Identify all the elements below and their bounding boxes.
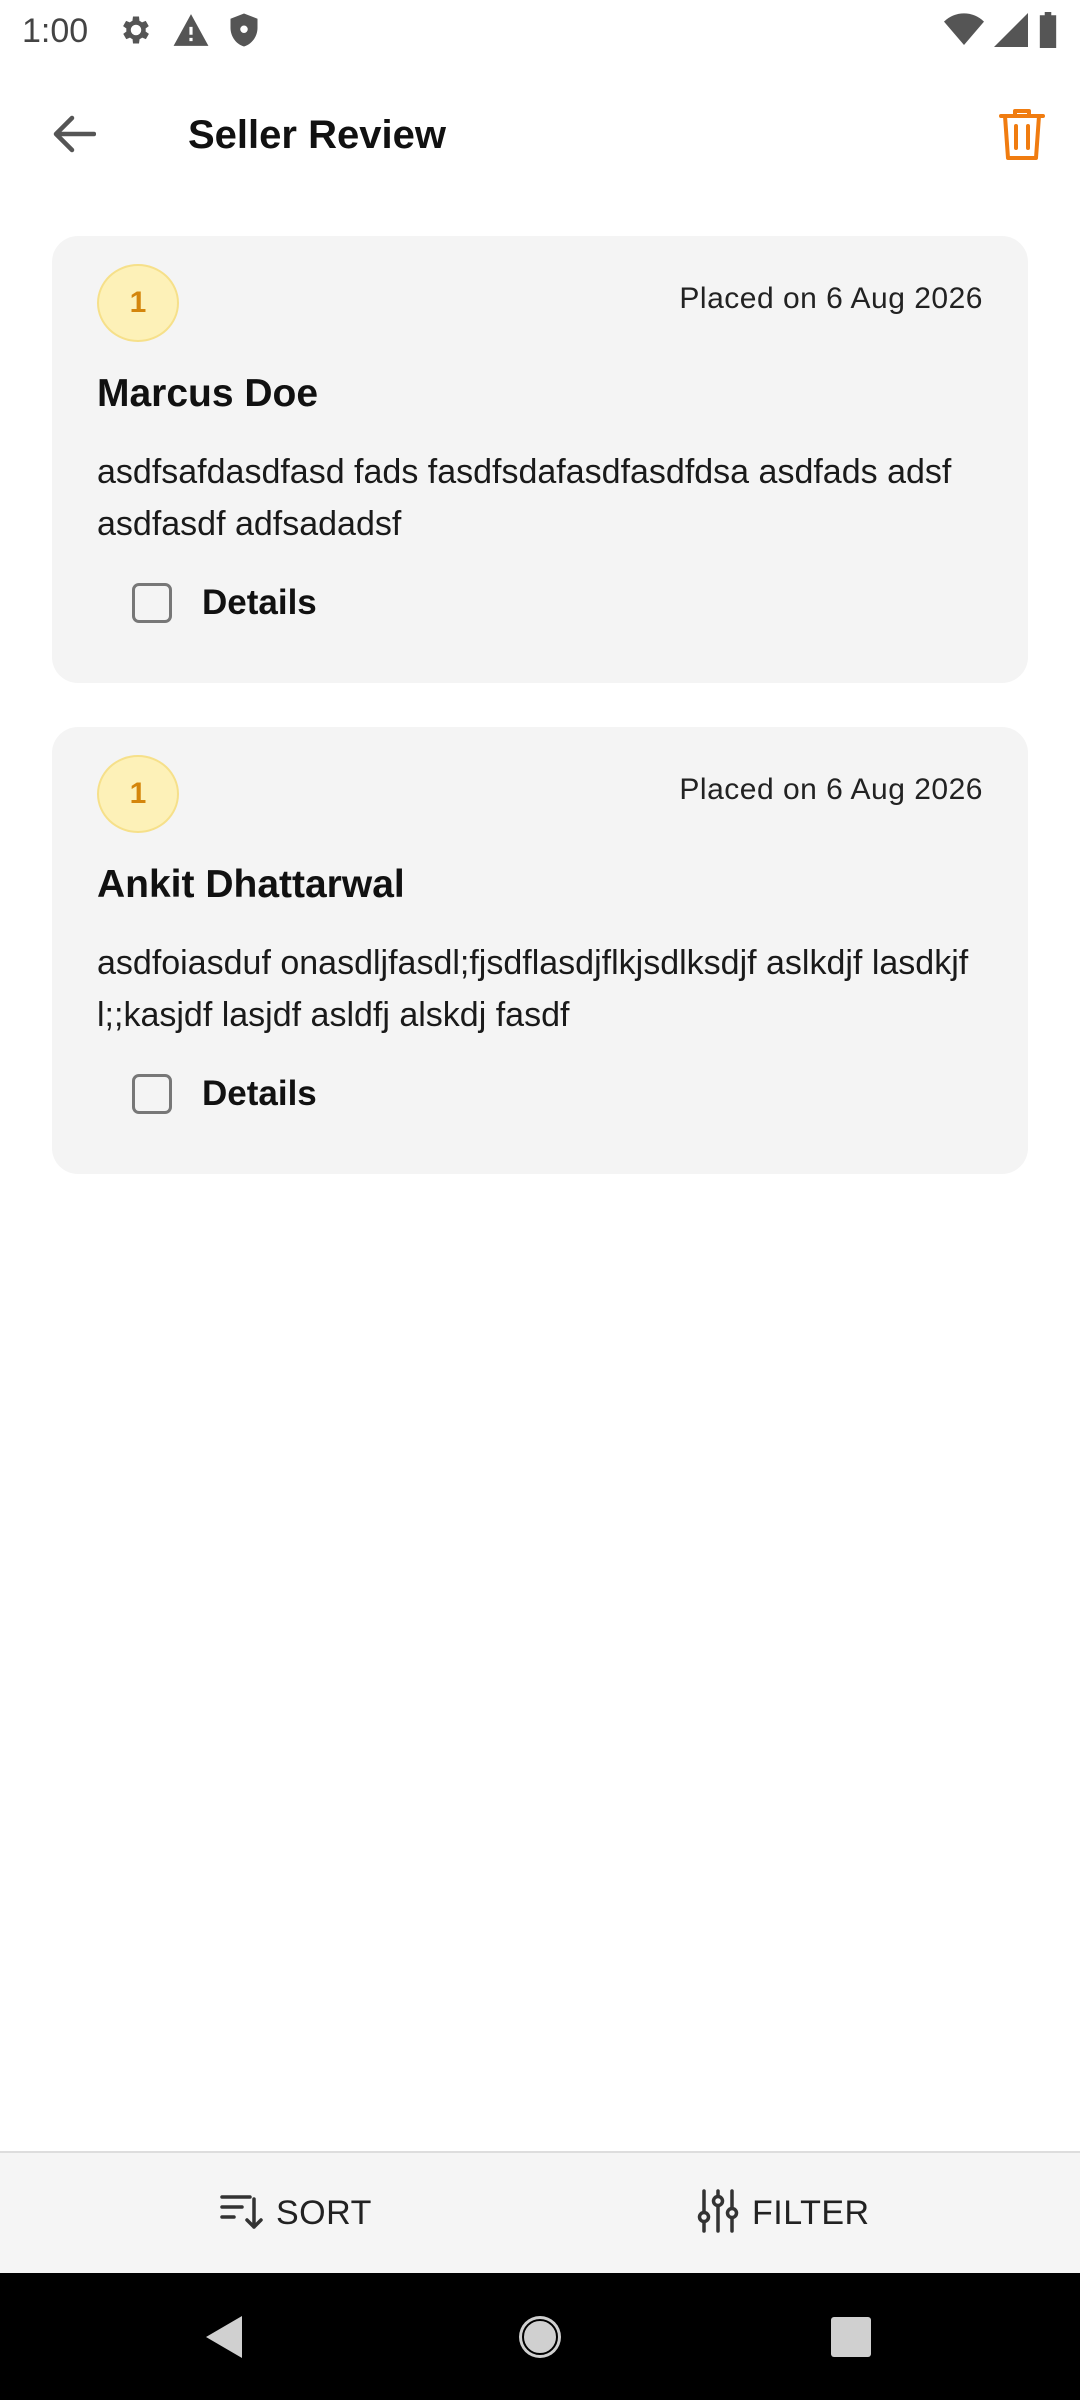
filter-label: FILTER [752,2193,870,2232]
rating-badge: 1 [97,264,179,342]
review-card[interactable]: 1 Placed on 6 Aug 2026 Marcus Doe asdfsa… [52,236,1028,683]
reviewer-name: Ankit Dhattarwal [97,863,405,906]
nav-home-icon[interactable] [516,2313,564,2366]
system-navigation-bar [0,2273,1080,2400]
status-icons-right [944,12,1058,53]
delete-button[interactable] [986,100,1058,172]
details-label: Details [202,583,317,622]
wifi-icon [944,13,984,52]
settings-icon [118,12,154,53]
placed-date: Placed on 6 Aug 2026 [679,282,983,315]
review-list: 1 Placed on 6 Aug 2026 Marcus Doe asdfsa… [52,236,1028,1218]
review-card[interactable]: 1 Placed on 6 Aug 2026 Ankit Dhattarwal … [52,727,1028,1174]
battery-icon [1038,12,1058,53]
warning-icon [172,12,210,53]
arrow-left-icon [50,114,97,159]
filter-sliders-icon [696,2188,740,2238]
reviewer-name: Marcus Doe [97,372,319,415]
signal-icon [994,13,1028,52]
filter-button[interactable]: FILTER [696,2183,870,2243]
bottom-action-bar: SORT FILTER [0,2151,1080,2273]
nav-recents-icon[interactable] [830,2316,872,2363]
app-bar: Seller Review [0,88,1080,184]
status-time: 1:00 [22,12,89,50]
sort-button[interactable]: SORT [220,2183,372,2243]
nav-back-icon[interactable] [200,2313,246,2366]
rating-badge: 1 [97,755,179,833]
details-toggle[interactable]: Details [132,578,317,628]
details-toggle[interactable]: Details [132,1069,317,1119]
details-label: Details [202,1074,317,1113]
sort-icon [220,2191,264,2236]
details-checkbox[interactable] [132,1074,172,1114]
review-text: asdfsafdasdfasd fads fasdfsdafasdfasdfds… [97,453,952,543]
details-checkbox[interactable] [132,583,172,623]
sort-label: SORT [276,2193,372,2232]
back-button[interactable] [40,106,106,166]
status-icons-left [118,12,260,53]
review-text: asdfoiasduf onasdljfasdl;fjsdflasdjflkjs… [97,944,969,1034]
shield-icon [228,12,260,53]
placed-date: Placed on 6 Aug 2026 [679,773,983,806]
status-bar: 1:00 [0,0,1080,62]
trash-icon [997,106,1047,167]
page-title: Seller Review [188,113,446,157]
